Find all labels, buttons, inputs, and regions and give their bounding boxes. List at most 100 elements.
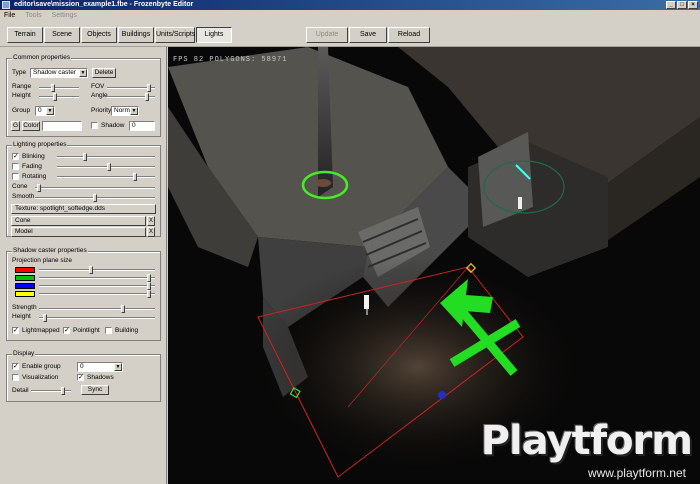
- slider-thumb[interactable]: [147, 282, 151, 290]
- maximize-icon[interactable]: □: [677, 1, 687, 9]
- shadows-checkbox[interactable]: ✓: [77, 374, 84, 381]
- slider-thumb[interactable]: [121, 305, 125, 313]
- chevron-down-icon: ▼: [114, 363, 122, 371]
- update-button[interactable]: Update: [306, 27, 348, 43]
- range-slider[interactable]: [39, 84, 79, 92]
- slider-thumb[interactable]: [61, 387, 65, 395]
- 3d-viewport[interactable]: FPS 82 POLYGONS: 58971 Playtform www.pla…: [168, 47, 700, 484]
- slider-thumb[interactable]: [51, 84, 55, 92]
- common-properties-group: Common properties Type Shadow caster ▼ De…: [6, 54, 161, 137]
- slider-thumb[interactable]: [83, 153, 87, 161]
- slider-thumb[interactable]: [147, 274, 151, 282]
- blue-swatch[interactable]: [15, 283, 35, 289]
- shadow-height-slider[interactable]: [39, 314, 155, 322]
- smooth-slider[interactable]: [35, 194, 155, 202]
- group-title: Common properties: [12, 54, 72, 61]
- menu-file[interactable]: File: [4, 10, 15, 21]
- angle-label: Angle: [91, 92, 108, 99]
- fading-checkbox[interactable]: [12, 163, 19, 170]
- building-checkbox[interactable]: [105, 327, 112, 334]
- tab-lights[interactable]: Lights: [196, 27, 232, 43]
- minimize-icon[interactable]: _: [666, 1, 676, 9]
- smooth-label: Smooth: [12, 193, 35, 200]
- priority-select[interactable]: Normal ▼: [111, 106, 139, 116]
- g-button[interactable]: G: [11, 121, 20, 131]
- blinking-label: Blinking: [22, 153, 45, 160]
- shadow-checkbox[interactable]: [91, 122, 98, 129]
- visualization-checkbox[interactable]: [12, 374, 19, 381]
- visualization-label: Visualization: [22, 374, 59, 381]
- slider-thumb[interactable]: [133, 173, 137, 181]
- slider-thumb[interactable]: [53, 93, 57, 101]
- group-title: Display: [12, 350, 36, 357]
- enable-group-label: Enable group: [22, 363, 61, 370]
- blue-slider[interactable]: [39, 282, 155, 290]
- angle-slider[interactable]: [107, 93, 155, 101]
- texture-button[interactable]: Texture: spotlight_softedge.dds: [11, 204, 156, 214]
- app-icon: [2, 1, 10, 9]
- fading-slider[interactable]: [57, 163, 155, 171]
- chevron-down-icon: ▼: [46, 107, 54, 115]
- yellow-swatch[interactable]: [15, 291, 35, 297]
- group-select[interactable]: 0 ▼: [35, 106, 55, 116]
- clear-model-icon[interactable]: X: [147, 227, 155, 237]
- tab-buildings[interactable]: Buildings: [118, 27, 154, 43]
- rotating-checkbox[interactable]: [12, 173, 19, 180]
- enable-group-checkbox[interactable]: ✓: [12, 363, 19, 370]
- rotating-label: Rotating: [22, 173, 47, 180]
- menu-settings[interactable]: Settings: [52, 10, 77, 21]
- color-swatch-field[interactable]: [42, 121, 82, 131]
- lighting-properties-group: Lighting properties ✓ Blinking Fading Ro…: [6, 141, 161, 237]
- strength-slider[interactable]: [39, 305, 155, 313]
- height-slider[interactable]: [39, 93, 79, 101]
- green-swatch[interactable]: [15, 275, 35, 281]
- cone-button[interactable]: Cone: [11, 216, 146, 226]
- close-icon[interactable]: ×: [688, 1, 698, 9]
- type-select[interactable]: Shadow caster ▼: [30, 68, 88, 78]
- slider-thumb[interactable]: [89, 266, 93, 274]
- cone-label: Cone: [12, 183, 28, 190]
- clear-cone-icon[interactable]: X: [147, 216, 155, 226]
- green-slider[interactable]: [39, 274, 155, 282]
- slider-thumb[interactable]: [147, 84, 151, 92]
- slider-thumb[interactable]: [37, 184, 41, 192]
- group-label: Group: [12, 107, 31, 114]
- cone-slider[interactable]: [35, 184, 155, 192]
- tab-scene[interactable]: Scene: [44, 27, 80, 43]
- slider-thumb[interactable]: [147, 290, 151, 298]
- fading-label: Fading: [22, 163, 42, 170]
- slider-thumb[interactable]: [43, 314, 47, 322]
- slider-thumb[interactable]: [107, 163, 111, 171]
- reload-button[interactable]: Reload: [388, 27, 430, 43]
- chevron-down-icon: ▼: [130, 107, 138, 115]
- slider-thumb[interactable]: [145, 93, 149, 101]
- menu-tools[interactable]: Tools: [25, 10, 41, 21]
- window-titlebar[interactable]: editor\save\mission_example1.fbe - Froze…: [0, 0, 700, 10]
- tab-terrain[interactable]: Terrain: [7, 27, 43, 43]
- lightmapped-checkbox[interactable]: ✓: [12, 327, 19, 334]
- range-label: Range: [12, 83, 32, 90]
- rotating-slider[interactable]: [57, 173, 155, 181]
- color-button[interactable]: Color: [22, 121, 40, 131]
- blinking-slider[interactable]: [57, 153, 155, 161]
- detail-slider[interactable]: [31, 387, 71, 395]
- sync-button[interactable]: Sync: [81, 385, 109, 395]
- model-button[interactable]: Model: [11, 227, 146, 237]
- slider-thumb[interactable]: [93, 194, 97, 202]
- enable-group-select[interactable]: 0 ▼: [77, 362, 123, 372]
- save-button[interactable]: Save: [349, 27, 387, 43]
- delete-button[interactable]: Delete: [92, 68, 116, 78]
- fov-label: FOV: [91, 83, 105, 90]
- blinking-checkbox[interactable]: ✓: [12, 153, 19, 160]
- fov-slider[interactable]: [107, 84, 155, 92]
- shadow-input[interactable]: 0: [129, 121, 155, 131]
- strength-label: Strength: [12, 304, 37, 311]
- yellow-slider[interactable]: [39, 290, 155, 298]
- tab-units-scripts[interactable]: Units/Scripts: [155, 27, 195, 43]
- height-label: Height: [12, 92, 31, 99]
- pointlight-checkbox[interactable]: ✓: [63, 327, 70, 334]
- priority-label: Priority: [91, 107, 112, 114]
- tab-objects[interactable]: Objects: [81, 27, 117, 43]
- red-slider[interactable]: [39, 266, 155, 274]
- red-swatch[interactable]: [15, 267, 35, 273]
